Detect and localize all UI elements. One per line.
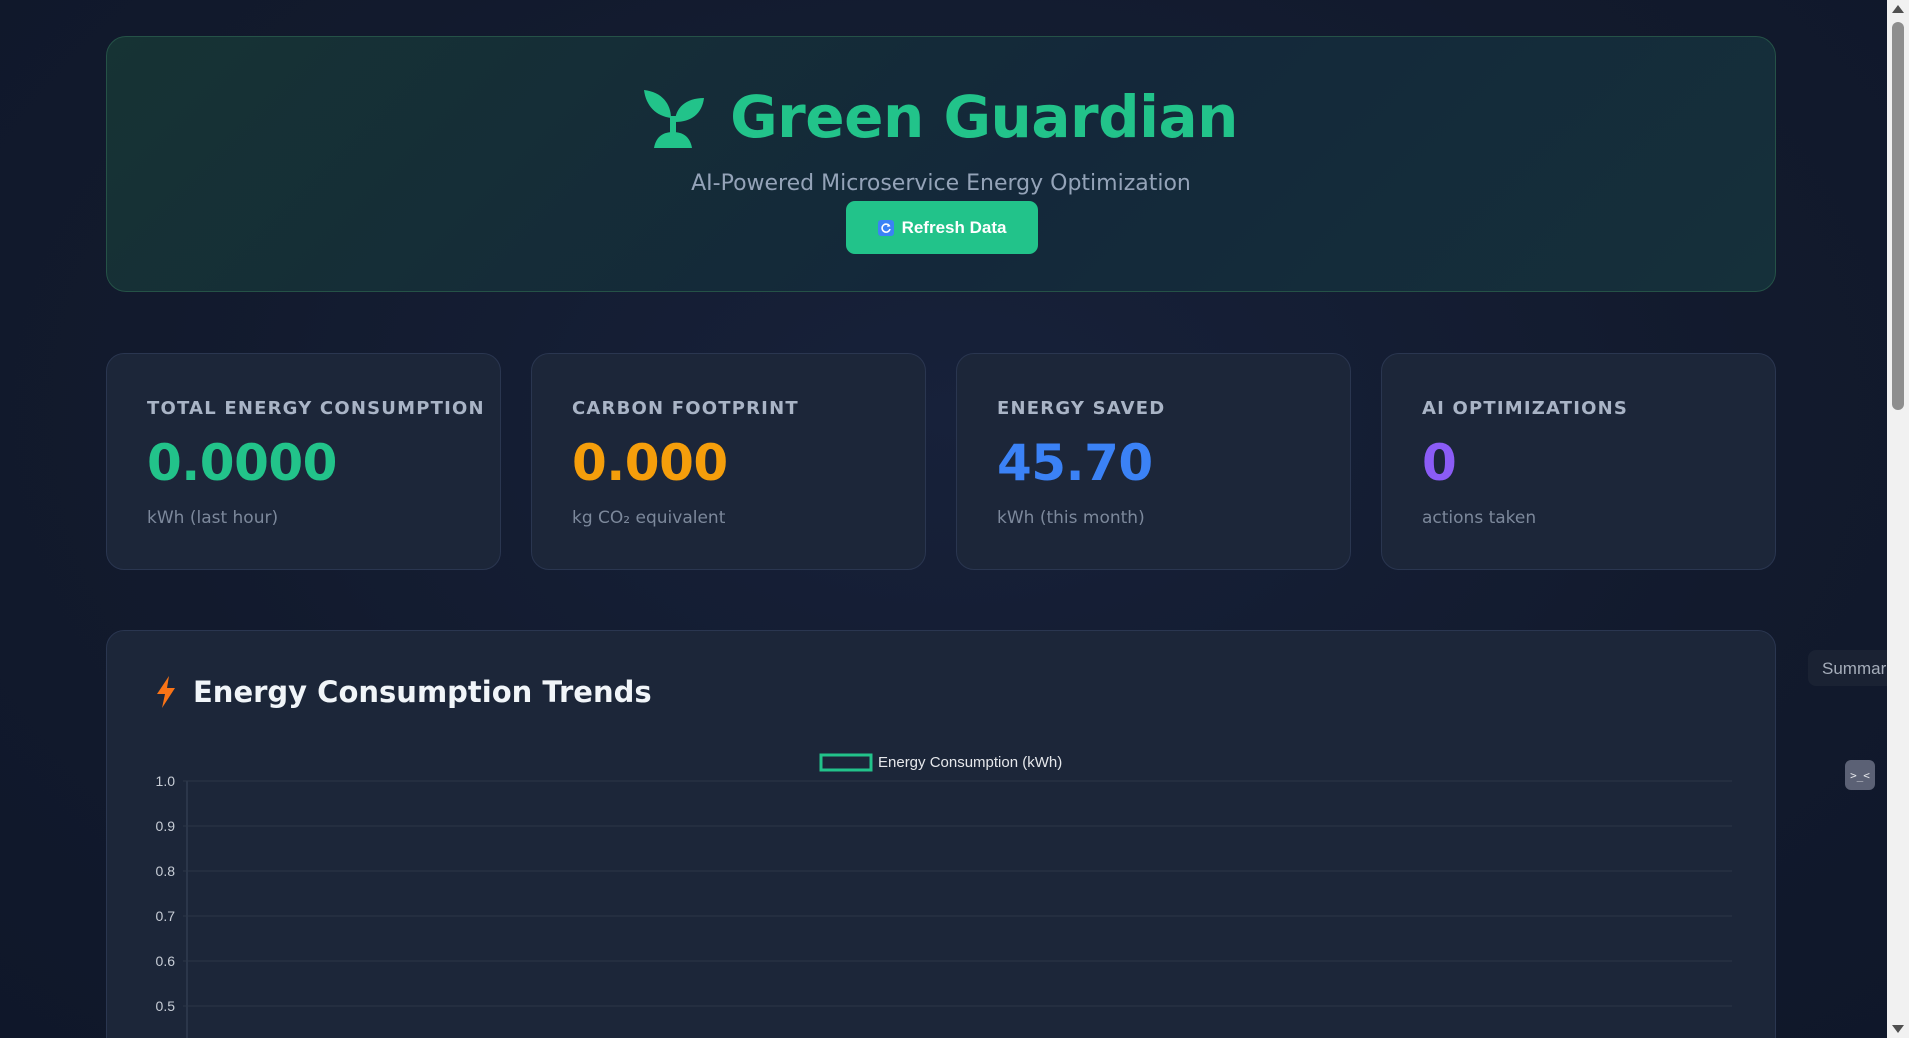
stat-value: 0 bbox=[1422, 434, 1457, 492]
y-tick-label: 0.9 bbox=[156, 818, 176, 834]
stat-label: AI Optimizations bbox=[1422, 398, 1629, 419]
hero-header: Green Guardian AI-Powered Microservice E… bbox=[106, 36, 1776, 292]
stat-card-total-energy: Total Energy Consumption 0.0000 kWh (las… bbox=[106, 353, 501, 570]
stat-unit: kWh (this month) bbox=[997, 508, 1145, 528]
energy-trends-card: Energy Consumption Trends 1.0 0.9 0.8 0.7 0.… bbox=[106, 630, 1776, 1038]
stat-label: Carbon Footprint bbox=[572, 398, 799, 419]
refresh-data-label: Refresh Data bbox=[901, 217, 1007, 237]
stat-unit: actions taken bbox=[1422, 508, 1537, 528]
legend-label[interactable]: Energy Consumption (kWh) bbox=[878, 754, 1062, 771]
scroll-up-arrow-icon[interactable] bbox=[1892, 5, 1904, 13]
page-scrollbar[interactable] bbox=[1887, 0, 1909, 1038]
stat-value: 0.000 bbox=[572, 434, 728, 492]
stat-label: Energy Saved bbox=[997, 398, 1166, 419]
y-tick-label: 0.5 bbox=[156, 998, 176, 1014]
refresh-data-button[interactable]: Refresh Data bbox=[846, 201, 1038, 254]
stat-card-energy-saved: Energy Saved 45.70 kWh (this month) bbox=[956, 353, 1351, 570]
stat-value: 45.70 bbox=[997, 434, 1153, 492]
y-tick-label: 1.0 bbox=[156, 773, 176, 789]
stat-card-ai-optimizations: AI Optimizations 0 actions taken bbox=[1381, 353, 1776, 570]
app-viewport: Green Guardian AI-Powered Microservice E… bbox=[0, 0, 1909, 1038]
scroll-down-arrow-icon[interactable] bbox=[1892, 1025, 1904, 1033]
app-title: Green Guardian bbox=[730, 83, 1238, 151]
y-tick-label: 0.6 bbox=[156, 953, 176, 969]
refresh-icon bbox=[877, 219, 894, 236]
assistant-widget-icon[interactable]: >_< bbox=[1845, 760, 1875, 790]
stat-label: Total Energy Consumption bbox=[147, 398, 485, 419]
stat-unit: kWh (last hour) bbox=[147, 508, 279, 528]
y-tick-label: 0.7 bbox=[156, 908, 176, 924]
y-tick-label: 0.8 bbox=[156, 863, 176, 879]
legend-swatch[interactable] bbox=[819, 753, 873, 772]
app-subtitle: AI-Powered Microservice Energy Optimizat… bbox=[691, 171, 1191, 196]
energy-chart: 1.0 0.9 0.8 0.7 0.6 0.5 Energy Consumption (kW… bbox=[156, 753, 1732, 1038]
seedling-icon bbox=[644, 90, 705, 148]
stat-unit: kg CO₂ equivalent bbox=[572, 508, 726, 528]
app-title-row: Green Guardian bbox=[107, 83, 1775, 151]
stat-card-carbon-footprint: Carbon Footprint 0.000 kg CO₂ equivalent bbox=[531, 353, 926, 570]
scrollbar-thumb[interactable] bbox=[1892, 22, 1904, 410]
stat-value: 0.0000 bbox=[147, 434, 337, 492]
